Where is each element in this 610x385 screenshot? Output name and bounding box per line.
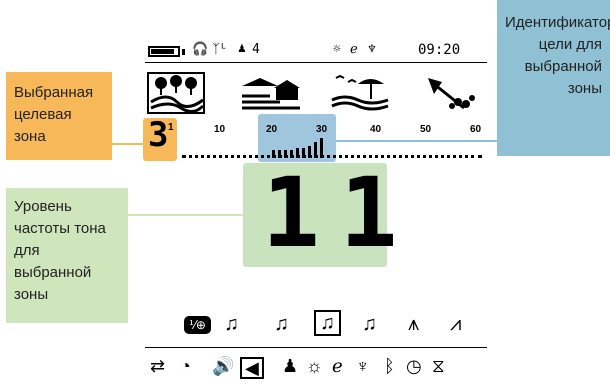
scale-label: 30 bbox=[316, 124, 328, 135]
bluetooth-icon[interactable]: ᛒ bbox=[384, 357, 395, 375]
leader-tone bbox=[128, 214, 244, 216]
leader-zone bbox=[112, 143, 146, 145]
brightness-icon[interactable]: ☼ bbox=[306, 357, 323, 375]
volume-icon[interactable]: 🔊 bbox=[212, 357, 234, 375]
field-mode-icon[interactable] bbox=[240, 74, 304, 112]
callout-target-ids: Идентификаторы цели для выбранной зоны bbox=[497, 0, 610, 156]
tone-volume-icon[interactable]: ◀ bbox=[240, 357, 264, 379]
lamp-icon: ♆ bbox=[368, 42, 376, 57]
sensitivity-icon[interactable]: ◔ bbox=[180, 357, 191, 375]
tone-volume-icon[interactable]: ♫ bbox=[274, 314, 289, 334]
user-icon[interactable]: ♟ bbox=[282, 357, 298, 375]
headphones-icon: 🎧 bbox=[192, 42, 209, 57]
status-divider bbox=[145, 62, 487, 63]
frequency-icon[interactable]: ℯ bbox=[332, 357, 343, 375]
timer-icon[interactable]: ⧖ bbox=[432, 357, 445, 375]
callout-tone-level: Уровень частоты тона для выбранной зоны bbox=[6, 188, 128, 323]
tone-level-value: 11 bbox=[262, 157, 418, 269]
callout-target-zone: Выбранная целевая зона bbox=[6, 72, 112, 160]
lamp-icon[interactable]: ♆ bbox=[356, 357, 370, 375]
scale-label: 50 bbox=[420, 124, 432, 135]
fe-toggle-icon[interactable]: ⅟⊕ bbox=[184, 316, 211, 334]
multi-tone-icon[interactable]: ♫ bbox=[224, 314, 239, 334]
frequency-icon: ℯ bbox=[350, 42, 358, 57]
beach-mode-icon[interactable] bbox=[330, 74, 392, 112]
ground-balance-icon[interactable]: ⇄ bbox=[150, 357, 165, 375]
scale-label: 60 bbox=[470, 124, 482, 135]
target-id-bars bbox=[272, 138, 323, 158]
target-zone-superscript: 1 bbox=[168, 122, 174, 133]
leader-ids bbox=[336, 140, 497, 142]
clock-icon[interactable]: ◷ bbox=[406, 357, 422, 375]
brightness-icon: ☼ bbox=[333, 42, 341, 57]
park-mode-icon[interactable] bbox=[147, 72, 205, 114]
scale-label: 10 bbox=[214, 124, 226, 135]
tone-break-icon[interactable]: ♫ bbox=[314, 310, 341, 336]
clock-time: 09:20 bbox=[418, 42, 461, 58]
user-icon: ♟ bbox=[238, 41, 246, 56]
wave-icon[interactable]: ⩚ bbox=[408, 314, 419, 334]
dig-mode-icon[interactable] bbox=[424, 74, 480, 112]
tone-reverse-icon[interactable]: ♫ bbox=[362, 314, 377, 334]
bottom-divider bbox=[145, 347, 487, 348]
user-level: 4 bbox=[252, 42, 260, 57]
target-zone-number: 3 bbox=[148, 115, 169, 155]
scale-label: 20 bbox=[266, 124, 278, 135]
wave-cross-icon[interactable]: ⩘ bbox=[450, 314, 461, 334]
antenna-icon: ᛉᴸ bbox=[212, 42, 228, 57]
battery-icon bbox=[148, 46, 180, 57]
scale-label: 40 bbox=[370, 124, 382, 135]
